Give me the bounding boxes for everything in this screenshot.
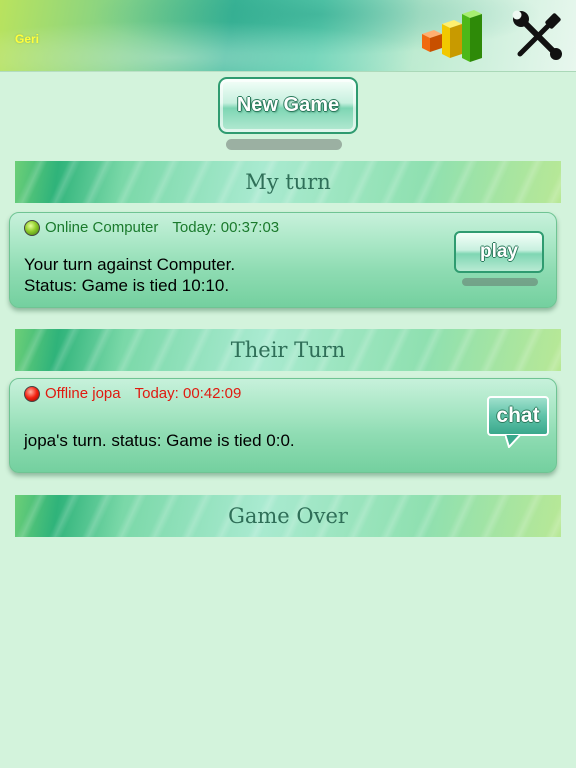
game-opponent: Online Computer [45,219,159,236]
section-title: Their Turn [230,338,346,362]
section-my-turn: My turn [15,161,561,203]
section-title: My turn [245,170,331,194]
game-description: Your turn against Computer. Status: Game… [24,254,235,296]
chat-bubble-icon: chat [487,396,549,436]
game-time: Today: 00:37:03 [172,219,280,236]
section-game-over: Game Over [15,495,561,537]
game-description: jopa's turn. status: Game is tied 0:0. [24,430,295,451]
game-card-header: Online Computer Today: 00:37:03 [24,219,279,236]
offline-status-icon [24,385,40,402]
online-status-icon [24,219,40,236]
play-button[interactable]: play [454,231,544,273]
game-card-header: Offline jopa Today: 00:42:09 [24,385,241,402]
tools-icon[interactable] [512,10,564,62]
chat-button[interactable]: chat [487,396,549,452]
game-card[interactable]: Online Computer Today: 00:37:03 Your tur… [9,212,557,308]
play-button-shadow [462,278,538,286]
game-status-text: jopa's turn. status: Game is tied 0:0. [24,431,295,450]
new-game-button-shadow [226,139,342,150]
game-card[interactable]: Offline jopa Today: 00:42:09 jopa's turn… [9,378,557,473]
app-header: Geri [0,0,576,72]
game-turn-text: Your turn against Computer. [24,255,236,274]
new-game-button[interactable]: New Game [218,77,358,134]
section-their-turn: Their Turn [15,329,561,371]
game-status-text: Status: Game is tied 10:10. [24,276,230,295]
section-title: Game Over [228,504,348,528]
chat-bubble-tail [505,434,521,448]
user-name: Geri [15,32,40,46]
game-opponent: Offline jopa [45,385,121,402]
game-time: Today: 00:42:09 [134,385,242,402]
bar-chart-icon[interactable] [420,8,488,62]
chat-button-label: chat [496,404,540,427]
